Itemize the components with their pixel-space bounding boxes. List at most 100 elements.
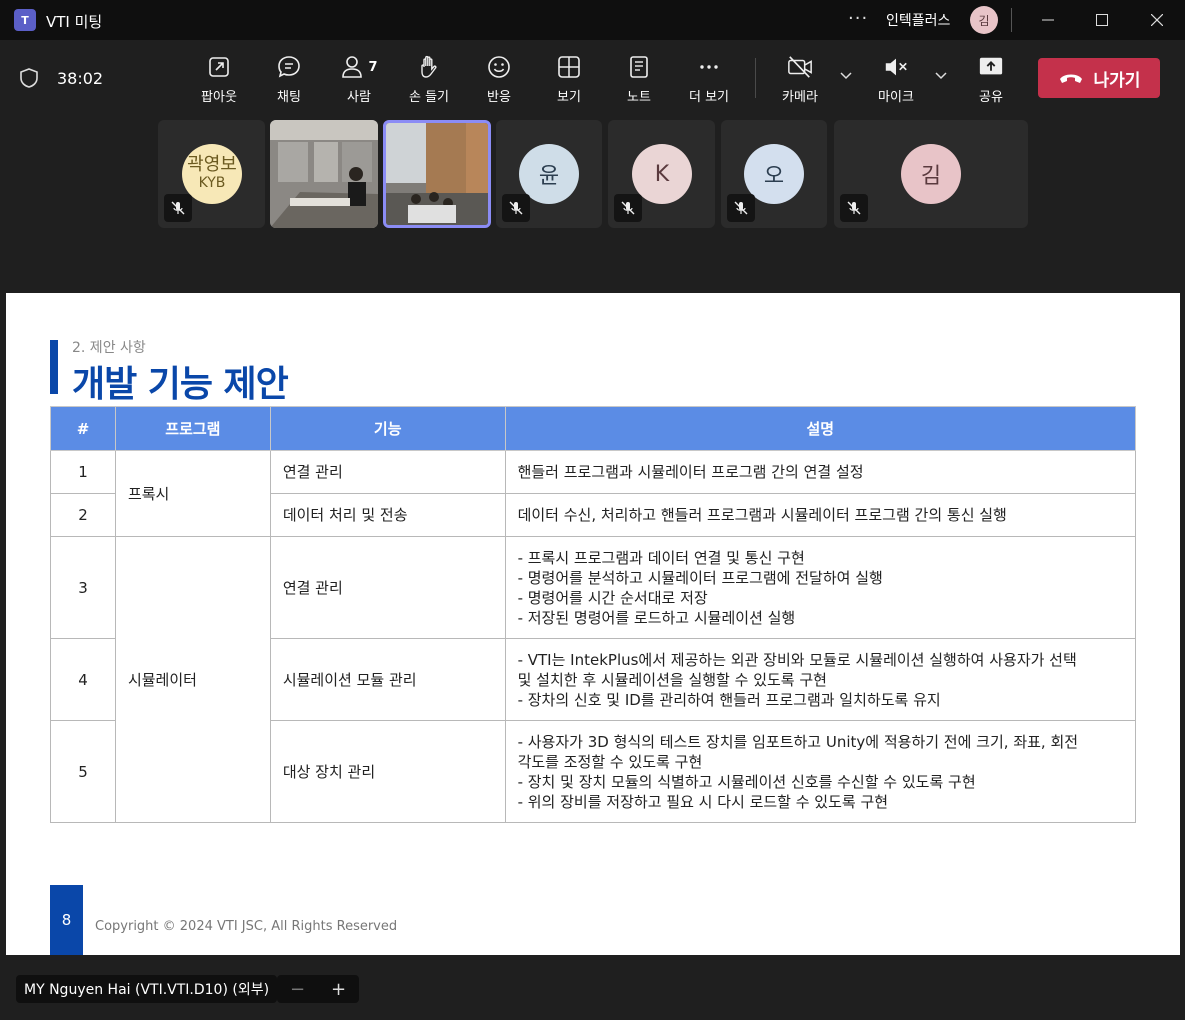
more-button[interactable]: 더 보기 bbox=[677, 54, 741, 106]
participant-strip: 곽영보 KYB 윤 K 오 김 bbox=[0, 116, 1185, 294]
participant-tile[interactable]: 곽영보 KYB bbox=[158, 120, 265, 228]
video-feed bbox=[270, 120, 378, 228]
mic-muted-icon bbox=[164, 194, 192, 222]
minimize-icon bbox=[1042, 19, 1054, 21]
leave-button[interactable]: 나가기 bbox=[1038, 58, 1160, 98]
maximize-button[interactable] bbox=[1087, 6, 1117, 34]
popout-icon bbox=[206, 54, 232, 80]
feature-table: # 프로그램 기능 설명 1 프록시 연결 관리 핸들러 프로그램과 시뮬레이터… bbox=[50, 406, 1137, 823]
title-bar: T VTI 미팅 ··· 인텍플러스 김 bbox=[0, 0, 1185, 40]
zoom-in-button[interactable]: + bbox=[331, 979, 346, 1000]
shield-icon bbox=[20, 68, 38, 88]
people-icon: 7 bbox=[339, 54, 379, 80]
minimize-button[interactable] bbox=[1033, 6, 1063, 34]
description-line: - 장치 및 장치 모듈의 식별하고 시뮬레이션 신호를 수신할 수 있도록 구… bbox=[517, 772, 976, 791]
mic-muted-icon bbox=[727, 194, 755, 222]
participant-video[interactable] bbox=[270, 120, 378, 228]
description-cell: - 사용자가 3D 형식의 테스트 장치를 임포트하고 Unity에 적용하기 … bbox=[504, 720, 1137, 823]
popout-button[interactable]: 팝아웃 bbox=[187, 54, 251, 106]
column-header: 프로그램 bbox=[114, 406, 271, 451]
share-button[interactable]: 공유 bbox=[959, 54, 1023, 106]
row-number: 2 bbox=[50, 493, 116, 537]
description-cell: 데이터 수신, 처리하고 핸들러 프로그램과 시뮬레이터 프로그램 간의 통신 … bbox=[504, 493, 1137, 537]
bottom-bar: MY Nguyen Hai (VTI.VTI.D10) (외부) − + bbox=[0, 955, 1185, 1020]
zoom-out-button[interactable]: − bbox=[290, 979, 305, 1000]
camera-off-icon bbox=[787, 54, 813, 80]
feature-cell: 대상 장치 관리 bbox=[269, 720, 506, 823]
row-number: 4 bbox=[50, 638, 116, 721]
meeting-timer: 38:02 bbox=[57, 69, 104, 88]
participant-name: 곽영보 bbox=[187, 154, 237, 175]
close-button[interactable] bbox=[1142, 6, 1172, 34]
description-line: - VTI는 IntekPlus에서 제공하는 외관 장비와 모듈로 시뮬레이션… bbox=[517, 650, 1077, 669]
presenter-name: MY Nguyen Hai (VTI.VTI.D10) (외부) bbox=[16, 975, 278, 1003]
participant-tile[interactable]: K bbox=[608, 120, 715, 228]
toolbar-divider bbox=[755, 58, 756, 98]
meeting-toolbar: 38:02 팝아웃 채팅 7 사람 손 들기 반응 보기 노트 더 보기 카메라… bbox=[0, 40, 1185, 116]
slide-title: 개발 기능 제안 bbox=[72, 364, 289, 405]
teams-icon: T bbox=[14, 9, 36, 31]
camera-options-chevron-icon[interactable] bbox=[839, 70, 853, 84]
notes-icon bbox=[626, 54, 652, 80]
phone-hangup-icon bbox=[1059, 74, 1082, 83]
avatar[interactable]: 김 bbox=[970, 6, 998, 34]
description-line: 각도를 조정할 수 있도록 구현 bbox=[517, 752, 703, 771]
org-name: 인텍플러스 bbox=[886, 13, 951, 29]
camera-button[interactable]: 카메라 bbox=[768, 54, 832, 106]
column-header: # bbox=[50, 406, 116, 451]
share-icon bbox=[978, 54, 1004, 80]
mic-label: 마이크 bbox=[878, 90, 914, 105]
people-button[interactable]: 7 사람 bbox=[327, 54, 391, 106]
window-title: VTI 미팅 bbox=[46, 13, 103, 31]
notes-button[interactable]: 노트 bbox=[607, 54, 671, 106]
video-feed bbox=[386, 123, 488, 225]
mic-muted-icon bbox=[502, 194, 530, 222]
raise-hand-button[interactable]: 손 들기 bbox=[397, 54, 461, 106]
view-icon bbox=[556, 54, 582, 80]
participant-tile[interactable]: 윤 bbox=[496, 120, 602, 228]
share-label: 공유 bbox=[979, 90, 1003, 105]
active-speaker-video[interactable] bbox=[383, 120, 491, 228]
leave-label: 나가기 bbox=[1093, 70, 1141, 91]
description-cell: - 프록시 프로그램과 데이터 연결 및 통신 구현 - 명령어를 분석하고 시… bbox=[504, 536, 1137, 639]
table-row: 1 프록시 연결 관리 핸들러 프로그램과 시뮬레이터 프로그램 간의 연결 설… bbox=[50, 450, 1137, 537]
table-header-row: # 프로그램 기능 설명 bbox=[50, 406, 1137, 451]
shared-slide: 2. 제안 사항 개발 기능 제안 # 프로그램 기능 설명 1 프록시 연결 … bbox=[6, 293, 1180, 955]
chat-button[interactable]: 채팅 bbox=[257, 54, 321, 106]
mic-muted-icon bbox=[840, 194, 868, 222]
raise-hand-label: 손 들기 bbox=[408, 90, 449, 105]
mic-options-chevron-icon[interactable] bbox=[934, 70, 948, 84]
copyright-text: Copyright © 2024 VTI JSC, All Rights Res… bbox=[95, 919, 398, 934]
reaction-button[interactable]: 반응 bbox=[467, 54, 531, 106]
mic-button[interactable]: 마이크 bbox=[864, 54, 928, 106]
more-options-button[interactable]: ··· bbox=[848, 8, 868, 29]
description-cell: 핸들러 프로그램과 시뮬레이터 프로그램 간의 연결 설정 bbox=[504, 450, 1137, 494]
participant-tile[interactable]: 김 bbox=[834, 120, 1028, 228]
reaction-label: 반응 bbox=[487, 90, 511, 105]
description-line: - 저장된 명령어를 로드하고 시뮬레이션 실행 bbox=[517, 608, 796, 627]
page-number: 8 bbox=[50, 885, 83, 955]
people-count: 7 bbox=[368, 59, 378, 75]
feature-cell: 데이터 처리 및 전송 bbox=[269, 493, 506, 537]
description-line: 데이터 수신, 처리하고 핸들러 프로그램과 시뮬레이터 프로그램 간의 통신 … bbox=[517, 506, 1007, 524]
program-cell: 프록시 bbox=[114, 450, 271, 537]
participant-tile[interactable]: 오 bbox=[721, 120, 827, 228]
description-line: - 장차의 신호 및 ID를 관리하여 핸들러 프로그램과 일치하도록 유지 bbox=[517, 690, 941, 709]
table-row: 3 시뮬레이터 연결 관리 - 프록시 프로그램과 데이터 연결 및 통신 구현… bbox=[50, 536, 1137, 823]
description-line: - 위의 장비를 저장하고 필요 시 다시 로드할 수 있도록 구현 bbox=[517, 792, 889, 811]
raise-hand-icon bbox=[416, 54, 442, 80]
view-button[interactable]: 보기 bbox=[537, 54, 601, 106]
speaker-muted-icon bbox=[883, 54, 909, 80]
participant-initials: KYB bbox=[198, 175, 226, 191]
description-line: 핸들러 프로그램과 시뮬레이터 프로그램 간의 연결 설정 bbox=[517, 463, 864, 481]
slide-subtitle: 2. 제안 사항 bbox=[72, 340, 146, 356]
row-number: 1 bbox=[50, 450, 116, 494]
camera-label: 카메라 bbox=[782, 90, 818, 105]
chat-label: 채팅 bbox=[277, 90, 301, 105]
description-line: - 명령어를 시간 순서대로 저장 bbox=[517, 588, 708, 607]
feature-cell: 연결 관리 bbox=[269, 450, 506, 494]
feature-cell: 연결 관리 bbox=[269, 536, 506, 639]
feature-cell: 시뮬레이션 모듈 관리 bbox=[269, 638, 506, 721]
description-line: - 명령어를 분석하고 시뮬레이터 프로그램에 전달하여 실행 bbox=[517, 568, 883, 587]
column-header: 설명 bbox=[504, 406, 1137, 451]
